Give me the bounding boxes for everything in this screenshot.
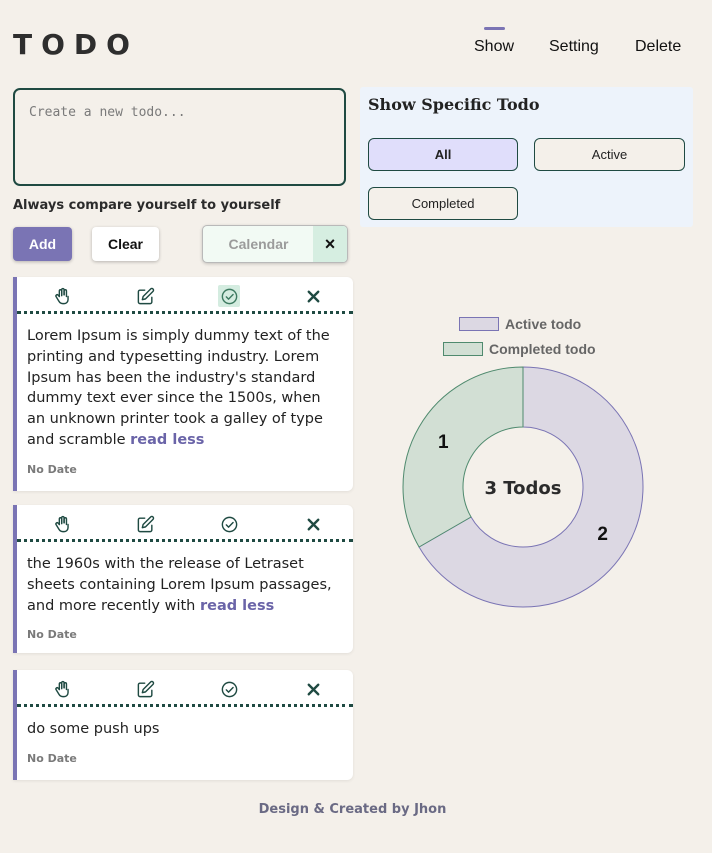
nav-show[interactable]: Show: [474, 38, 514, 56]
todo-body: Lorem Ipsum is simply dummy text of the …: [27, 328, 330, 448]
todo-body: the 1960s with the release of Letraset s…: [27, 556, 332, 614]
close-icon[interactable]: [302, 513, 324, 535]
nav-delete[interactable]: Delete: [635, 38, 681, 56]
donut-value-label: 2: [597, 524, 608, 545]
todo-date: No Date: [27, 752, 77, 765]
footer-credit: Design & Created by Jhon: [258, 802, 447, 817]
calendar-close-button[interactable]: ×: [313, 226, 347, 262]
hand-icon[interactable]: [51, 678, 73, 700]
todo-doughnut-chart: Active todo Completed todo 213 Todos: [395, 305, 655, 615]
hand-icon[interactable]: [51, 513, 73, 535]
todo-card: Lorem Ipsum is simply dummy text of the …: [13, 277, 353, 491]
todo-date: No Date: [27, 628, 77, 641]
filter-completed-button[interactable]: Completed: [368, 187, 518, 220]
read-less-link[interactable]: read less: [200, 598, 274, 614]
nav-setting[interactable]: Setting: [549, 38, 599, 56]
check-circle-icon[interactable]: [218, 513, 240, 535]
todo-text: the 1960s with the release of Letraset s…: [17, 542, 353, 616]
todo-text: Lorem Ipsum is simply dummy text of the …: [17, 314, 353, 451]
motto-text: Always compare yourself to yourself: [13, 198, 281, 213]
edit-icon[interactable]: [134, 513, 156, 535]
filter-all-button[interactable]: All: [368, 138, 518, 171]
filter-panel: Show Specific Todo All Active Completed: [360, 87, 693, 227]
edit-icon[interactable]: [134, 678, 156, 700]
todo-text: do some push ups: [17, 707, 353, 740]
filter-active-button[interactable]: Active: [534, 138, 685, 171]
donut-center-label: 3 Todos: [484, 478, 561, 499]
new-todo-input[interactable]: [13, 88, 346, 186]
todo-date: No Date: [27, 463, 77, 476]
todo-body: do some push ups: [27, 721, 160, 737]
add-button[interactable]: Add: [13, 227, 72, 261]
calendar-button[interactable]: Calendar: [203, 226, 314, 262]
todo-toolbar: [17, 277, 353, 314]
close-icon[interactable]: [302, 678, 324, 700]
donut-slice-completed[interactable]: [402, 366, 524, 548]
clear-button[interactable]: Clear: [92, 227, 159, 261]
filter-title: Show Specific Todo: [368, 95, 540, 114]
check-circle-icon[interactable]: [218, 678, 240, 700]
close-icon[interactable]: [302, 285, 324, 307]
donut-value-label: 1: [438, 432, 449, 453]
nav-active-indicator: [484, 27, 505, 30]
calendar-picker[interactable]: Calendar ×: [202, 225, 348, 263]
hand-icon[interactable]: [51, 285, 73, 307]
todo-card: do some push ups No Date: [13, 670, 353, 780]
donut-svg: 2 1 3 Todos: [402, 366, 644, 608]
read-less-link[interactable]: read less: [130, 432, 204, 448]
todo-card: the 1960s with the release of Letraset s…: [13, 505, 353, 653]
todo-toolbar: [17, 505, 353, 542]
app-logo: TODO: [13, 28, 139, 61]
todo-toolbar: [17, 670, 353, 707]
check-circle-icon[interactable]: [218, 285, 240, 307]
edit-icon[interactable]: [134, 285, 156, 307]
